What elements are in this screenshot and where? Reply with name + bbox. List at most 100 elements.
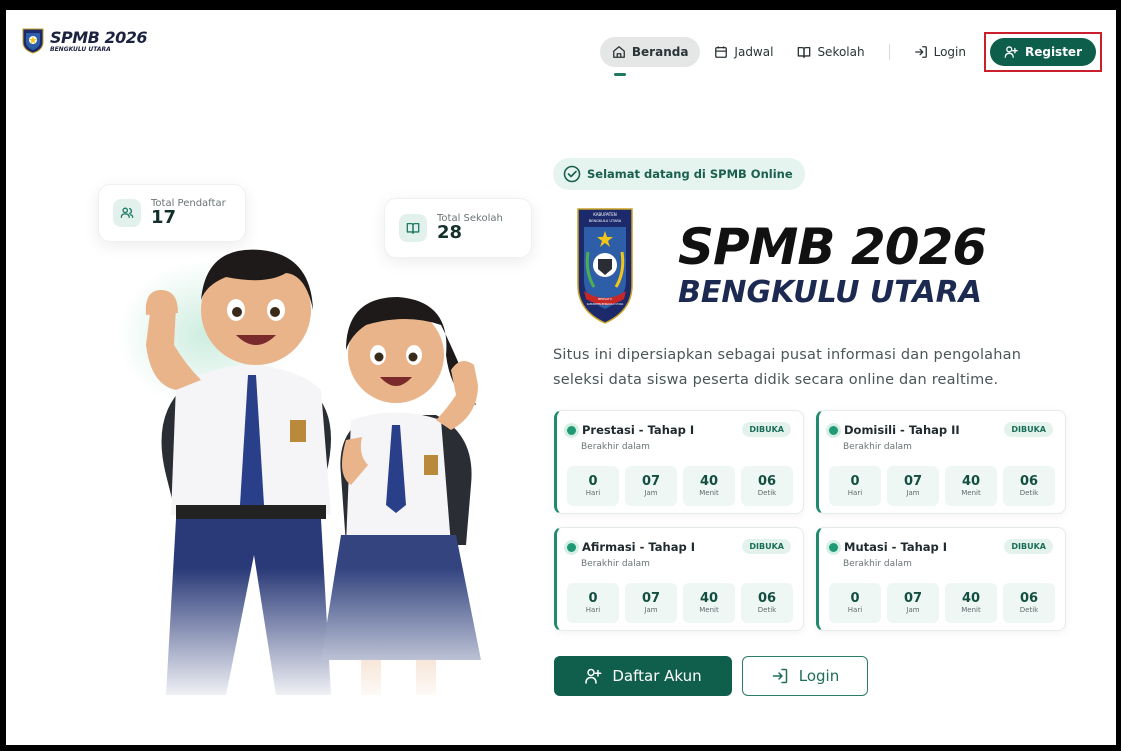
emblem-mid-text: BENGKULU UTARA	[589, 219, 622, 223]
register-highlight: Register	[983, 32, 1102, 72]
book-open-icon	[798, 46, 811, 58]
emblem-top-text: KABUPATEN	[593, 212, 617, 217]
nav-login[interactable]: Login	[902, 37, 978, 67]
stage-card-afirmasi[interactable]: Afirmasi - Tahap I DIBUKA Berakhir dalam…	[554, 527, 804, 631]
countdown: 0 Hari 07 Jam 40 Menit 06 Detik	[829, 583, 1055, 623]
countdown-unit: Jam	[644, 606, 658, 615]
top-navbar: SPMB 2026 BENGKULU UTARA Beranda Jadwal	[6, 10, 1116, 82]
countdown-value: 0	[850, 473, 860, 489]
register-button[interactable]: Register	[989, 38, 1096, 66]
countdown-days: 0 Hari	[829, 466, 881, 506]
countdown-days: 0 Hari	[567, 583, 619, 623]
stat-card-sekolah: Total Sekolah 28	[384, 198, 532, 258]
nav-login-label: Login	[933, 45, 966, 59]
status-dot-icon	[829, 542, 838, 552]
stage-ends-label: Berakhir dalam	[843, 442, 912, 452]
status-badge: DIBUKA	[1004, 539, 1053, 554]
welcome-badge: Selamat datang di SPMB Online	[553, 158, 805, 190]
countdown-value: 40	[961, 473, 981, 489]
stage-header: Prestasi - Tahap I	[567, 423, 694, 437]
nav-sekolah-label: Sekolah	[817, 45, 865, 59]
countdown-value: 07	[641, 590, 661, 606]
countdown: 0 Hari 07 Jam 40 Menit 06 Detik	[567, 583, 793, 623]
user-plus-icon	[585, 668, 602, 684]
countdown-unit: Jam	[644, 489, 658, 498]
calendar-icon	[715, 46, 728, 58]
welcome-text: Selamat datang di SPMB Online	[587, 167, 793, 181]
stage-ends-label: Berakhir dalam	[581, 442, 650, 452]
status-dot-icon	[567, 542, 576, 552]
stage-header: Mutasi - Tahap I	[829, 540, 947, 554]
emblem-bottom-text: BERSATU	[598, 297, 612, 301]
stage-header: Afirmasi - Tahap I	[567, 540, 695, 554]
countdown-value: 06	[757, 590, 777, 606]
countdown-unit: Jam	[906, 489, 920, 498]
login-icon	[914, 46, 927, 58]
countdown-unit: Detik	[757, 606, 777, 615]
countdown-days: 0 Hari	[567, 466, 619, 506]
brand-subtitle: BENGKULU UTARA	[50, 45, 111, 53]
countdown: 0 Hari 07 Jam 40 Menit 06 Detik	[829, 466, 1055, 506]
status-badge: DIBUKA	[742, 539, 791, 554]
nav-divider	[888, 44, 890, 60]
stage-name: Domisili - Tahap II	[844, 423, 960, 437]
countdown-unit: Hari	[847, 606, 863, 615]
stat-sekolah-icon-wrap	[399, 214, 427, 242]
countdown-minutes: 40 Menit	[945, 583, 997, 623]
stage-card-mutasi[interactable]: Mutasi - Tahap I DIBUKA Berakhir dalam 0…	[816, 527, 1066, 631]
status-dot-icon	[829, 425, 838, 435]
countdown-hours: 07 Jam	[625, 466, 677, 506]
hero-title: SPMB 2026	[678, 218, 987, 276]
hero-description: Situs ini dipersiapkan sebagai pusat inf…	[553, 347, 1022, 388]
book-open-icon	[406, 222, 420, 234]
nav-jadwal[interactable]: Jadwal	[702, 37, 785, 67]
stage-name: Prestasi - Tahap I	[582, 423, 695, 437]
stat-pendaftar-icon-wrap	[113, 199, 141, 227]
stat-card-pendaftar: Total Pendaftar 17	[98, 184, 246, 242]
stage-name: Afirmasi - Tahap I	[582, 540, 695, 554]
countdown-unit: Hari	[585, 606, 601, 615]
login-icon	[772, 668, 788, 684]
status-badge: DIBUKA	[742, 422, 791, 437]
stage-card-prestasi[interactable]: Prestasi - Tahap I DIBUKA Berakhir dalam…	[554, 410, 804, 514]
brand-title: SPMB 2026	[50, 27, 147, 47]
countdown-hours: 07 Jam	[887, 583, 939, 623]
countdown-seconds: 06 Detik	[1003, 583, 1055, 623]
home-icon	[612, 46, 625, 58]
users-icon	[120, 207, 134, 219]
login-button[interactable]: Login	[742, 656, 868, 696]
countdown-seconds: 06 Detik	[1003, 466, 1055, 506]
countdown-value: 40	[961, 590, 981, 606]
stage-card-domisili[interactable]: Domisili - Tahap II DIBUKA Berakhir dala…	[816, 410, 1066, 514]
countdown-unit: Menit	[961, 606, 981, 615]
nav-beranda[interactable]: Beranda	[599, 37, 701, 76]
countdown-value: 07	[903, 473, 923, 489]
countdown-value: 0	[850, 590, 860, 606]
countdown-value: 40	[699, 473, 719, 489]
stat-sekolah-value: 28	[437, 222, 463, 244]
countdown: 0 Hari 07 Jam 40 Menit 06 Detik	[567, 466, 793, 506]
countdown-unit: Menit	[699, 606, 719, 615]
countdown-value: 0	[588, 473, 598, 489]
countdown-unit: Jam	[906, 606, 920, 615]
countdown-value: 40	[699, 590, 719, 606]
daftar-akun-button[interactable]: Daftar Akun	[554, 656, 732, 696]
countdown-seconds: 06 Detik	[741, 583, 793, 623]
brand-logo[interactable]: SPMB 2026 BENGKULU UTARA	[22, 28, 147, 54]
nav-sekolah[interactable]: Sekolah	[785, 37, 876, 67]
countdown-unit: Detik	[1019, 606, 1039, 615]
status-badge: DIBUKA	[1004, 422, 1053, 437]
check-circle-icon	[563, 165, 581, 183]
countdown-minutes: 40 Menit	[683, 466, 735, 506]
countdown-days: 0 Hari	[829, 583, 881, 623]
status-dot-icon	[567, 425, 576, 435]
countdown-hours: 07 Jam	[887, 466, 939, 506]
countdown-value: 07	[641, 473, 661, 489]
countdown-value: 06	[1019, 473, 1039, 489]
stat-pendaftar-value: 17	[151, 207, 177, 229]
stage-ends-label: Berakhir dalam	[581, 559, 650, 569]
countdown-minutes: 40 Menit	[683, 583, 735, 623]
nav-beranda-label: Beranda	[631, 45, 689, 59]
user-plus-icon	[1004, 46, 1018, 58]
students-illustration	[106, 215, 526, 705]
